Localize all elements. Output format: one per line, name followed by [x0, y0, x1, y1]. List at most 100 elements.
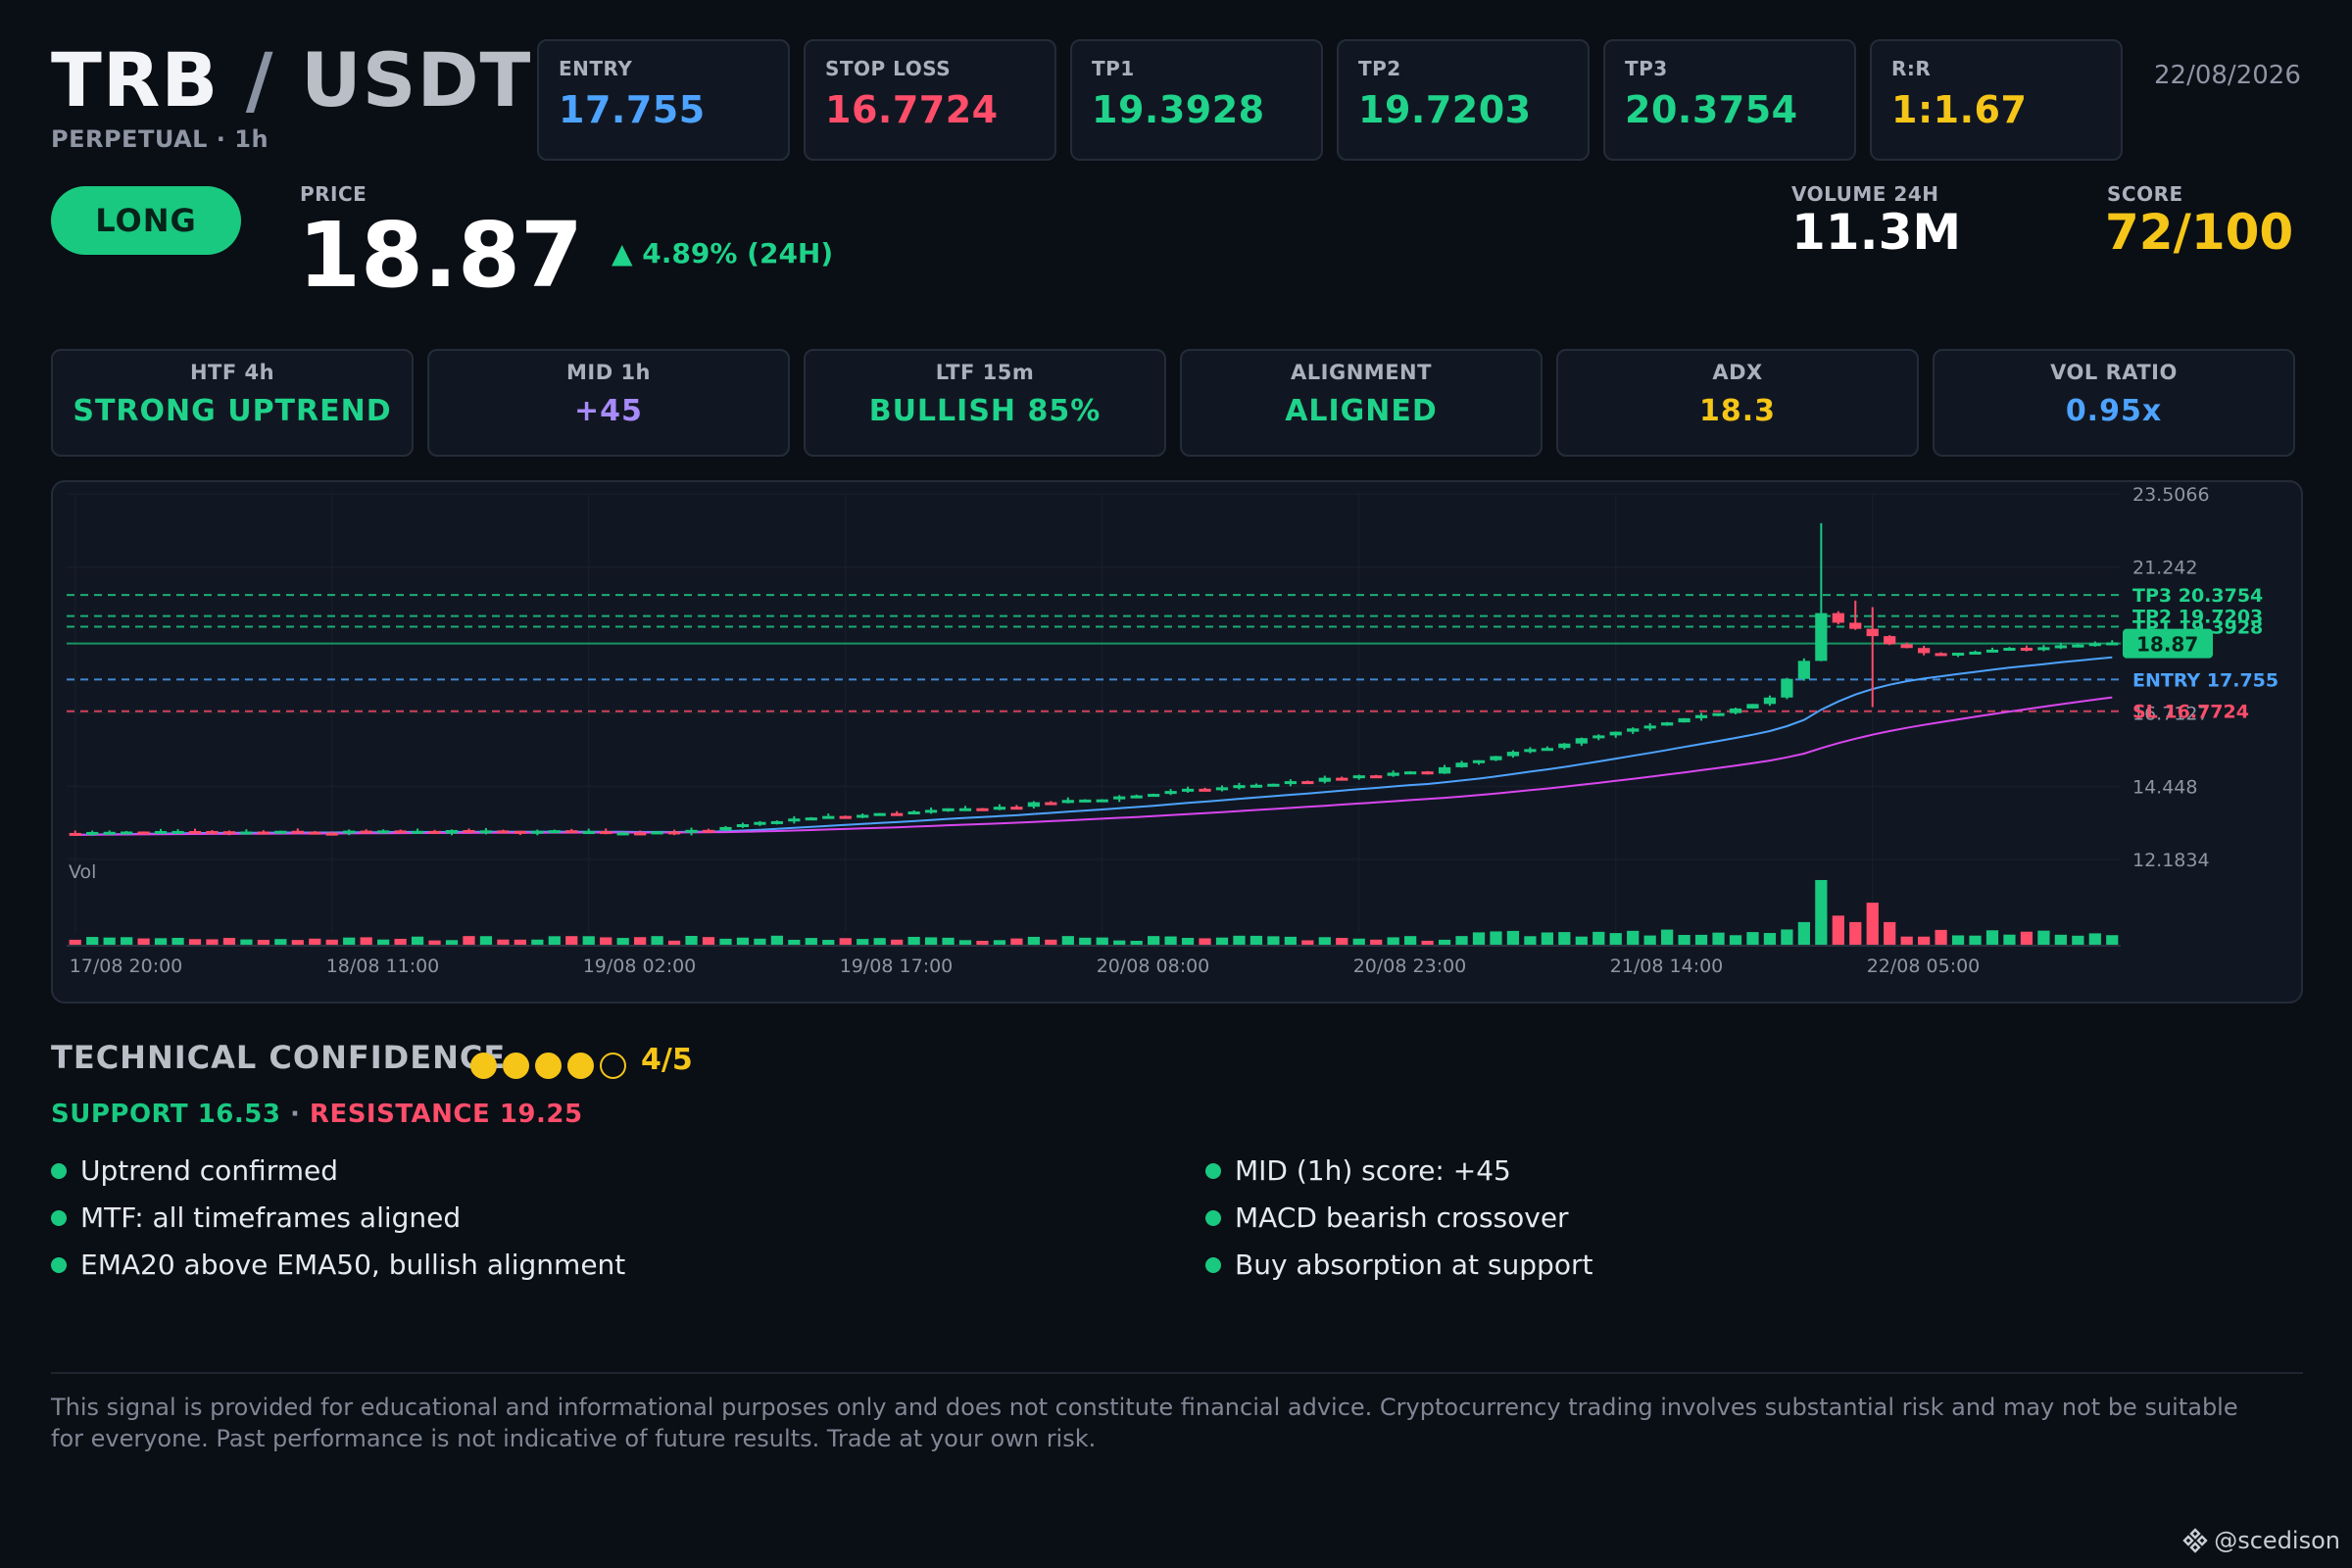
candle-body — [924, 809, 938, 813]
candle-body — [754, 821, 766, 825]
confidence-title: TECHNICAL CONFIDENCE — [51, 1039, 507, 1076]
level-label: TP3 20.3754 — [2132, 585, 2263, 607]
candle-body — [1079, 799, 1092, 803]
candle-body — [1712, 712, 1725, 716]
candle-body — [121, 831, 133, 835]
candle-body — [2106, 642, 2119, 646]
candle-body — [548, 830, 561, 834]
volume-bar — [1935, 929, 1947, 945]
risk-reward-label: R:R — [1891, 57, 1932, 80]
volume-bar — [1027, 936, 1040, 945]
volume-bar — [121, 937, 133, 945]
candle-body — [1267, 783, 1280, 787]
factor-text: MACD bearish crossover — [1235, 1201, 1569, 1234]
bullet-dot-icon — [1205, 1162, 1221, 1179]
candle-body — [976, 808, 989, 811]
vol-ratio-value: 0.95x — [2065, 394, 2163, 428]
candle-body — [685, 829, 698, 833]
tp2-value: 19.7203 — [1358, 88, 1532, 131]
volume-bar — [1661, 929, 1674, 945]
candle-body — [873, 812, 886, 816]
candle-body — [1387, 772, 1399, 776]
tp1-card: TP1 19.3928 — [1070, 39, 1323, 161]
candle-body — [719, 826, 732, 831]
candle-body — [1575, 738, 1588, 744]
volume-bar — [976, 940, 989, 945]
volume-bar — [1336, 938, 1348, 945]
volume-bar — [1832, 915, 1844, 945]
candle-body — [103, 831, 116, 835]
candle-body — [411, 830, 424, 834]
volume-bar — [1148, 936, 1160, 945]
volume-bar — [1045, 939, 1057, 945]
volume-bar — [377, 939, 390, 945]
candle-body — [805, 817, 817, 821]
candle-body — [1438, 766, 1451, 774]
volume-bar — [634, 937, 647, 945]
volume-bar — [805, 938, 817, 945]
volume-bar — [702, 937, 715, 945]
volume-bar — [2088, 933, 2101, 945]
entry-card: ENTRY 17.755 — [537, 39, 790, 161]
base-asset: TRB — [51, 36, 220, 123]
volume-bar — [86, 937, 99, 945]
candle-body — [1815, 612, 1828, 662]
candle-body — [942, 808, 955, 811]
candle-body — [1164, 791, 1177, 795]
tp2-label: TP2 — [1358, 57, 1401, 80]
candle-body — [274, 830, 287, 834]
volume-bar — [188, 939, 202, 945]
volume-bar — [1130, 941, 1143, 945]
x-tick-label: 19/08 02:00 — [583, 956, 697, 977]
tf-ltf-card: LTF 15m BULLISH 85% — [804, 349, 1166, 457]
candle-body — [1609, 731, 1622, 736]
candle-body — [1215, 787, 1229, 791]
volume-bar — [1541, 932, 1553, 945]
candle-body — [1832, 612, 1844, 623]
candle-body — [2072, 644, 2084, 648]
x-tick-label: 22/08 05:00 — [1867, 956, 1981, 977]
volume-bar — [1472, 932, 1486, 945]
volume-bar — [616, 938, 629, 945]
tp1-value: 19.3928 — [1092, 88, 1265, 131]
factor-text: MTF: all timeframes aligned — [80, 1201, 462, 1234]
volume-bar — [1866, 903, 1879, 945]
candle-body — [2037, 647, 2050, 651]
divider — [51, 1372, 2303, 1374]
candle-body — [600, 831, 612, 835]
price-chart[interactable]: 23.5066 21.242 16.7127 14.448 12.1834 TP3 20.… — [51, 480, 2303, 1004]
candle-body — [1900, 644, 1913, 649]
volume-bar — [274, 939, 287, 945]
volume-bar — [1490, 931, 1502, 945]
bullet-dot-icon — [51, 1209, 67, 1226]
x-tick-label: 20/08 08:00 — [1097, 956, 1210, 977]
alignment-card: ALIGNMENT ALIGNED — [1180, 349, 1543, 457]
candle-body — [1490, 756, 1502, 760]
volume-bar — [1404, 936, 1417, 945]
volume-bar — [103, 937, 116, 945]
candle-body — [958, 808, 972, 811]
current-price-tag-label: 18.87 — [2136, 633, 2198, 657]
volume-bar — [1506, 930, 1520, 945]
volume-bar — [1969, 935, 1982, 945]
factor-item: MACD bearish crossover — [1205, 1201, 1569, 1234]
candle-body — [1199, 788, 1211, 792]
candle-body — [839, 815, 852, 819]
confidence-dot-filled-icon — [535, 1053, 562, 1079]
volume-bar — [1301, 940, 1314, 945]
candle-body — [1472, 760, 1486, 763]
candle-body — [1951, 653, 1965, 657]
bullet-dot-icon — [51, 1256, 67, 1273]
confidence-score: 4/5 — [641, 1043, 693, 1077]
volume-bar — [1370, 939, 1383, 945]
adx-label: ADX — [1712, 361, 1763, 384]
candle-body — [651, 831, 663, 835]
volume-bar — [1900, 936, 1913, 945]
volume-bar — [1318, 937, 1331, 945]
candle-body — [394, 830, 407, 834]
volume-bar — [445, 940, 459, 945]
volume-bar — [719, 938, 732, 945]
candle-body — [1969, 651, 1982, 655]
candle-body — [582, 831, 595, 835]
tp2-card: TP2 19.7203 — [1337, 39, 1590, 161]
